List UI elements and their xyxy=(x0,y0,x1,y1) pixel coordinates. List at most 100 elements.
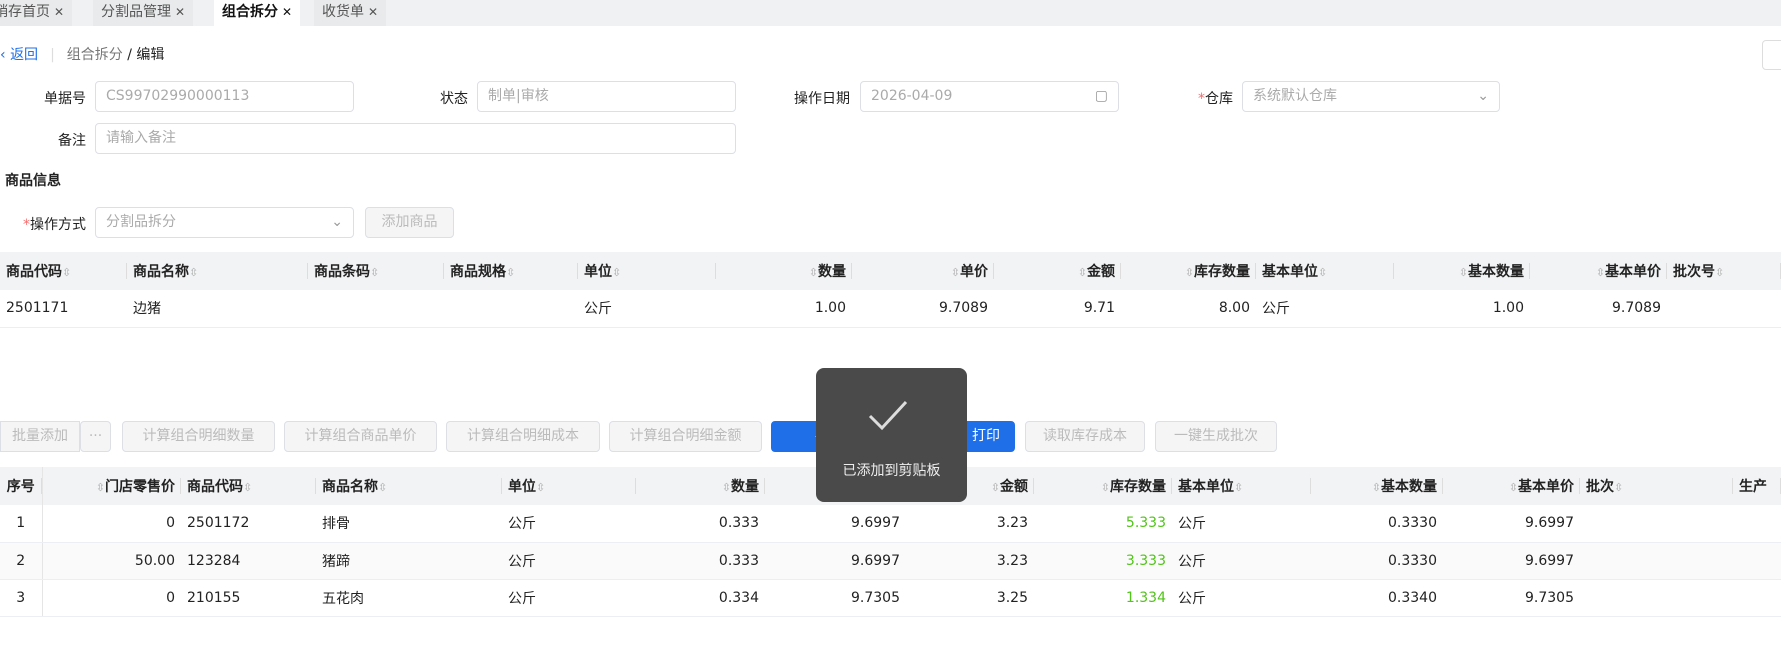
main-product-table: 商品代码⇳ 商品名称⇳ 商品条码⇳ 商品规格⇳ 单位⇳ ⇳数量 ⇳单价 ⇳金额 ⇳库存数量 基本单… xyxy=(0,252,1781,328)
table-cell: 9.6997 xyxy=(765,542,906,580)
table-cell: 公斤 xyxy=(502,505,636,543)
column-header[interactable]: 商品规格⇳ xyxy=(444,252,578,290)
doc-no-field[interactable]: CS99702990000113 xyxy=(95,81,354,112)
column-header[interactable]: 商品条码⇳ xyxy=(308,252,444,290)
operation-select[interactable]: 分割品拆分 ⌄ xyxy=(95,207,354,238)
sort-icon[interactable]: ⇳ xyxy=(1509,481,1518,494)
sort-icon[interactable]: ⇳ xyxy=(1715,266,1724,279)
operation-value: 分割品拆分 xyxy=(106,214,176,230)
tab-receipt[interactable]: 收货单 ✕ xyxy=(314,0,387,26)
calc-detail-qty-button[interactable]: 计算组合明细数量 xyxy=(122,421,275,452)
column-header[interactable]: 单位⇳ xyxy=(502,467,636,505)
column-label: 库存数量 xyxy=(1194,264,1250,280)
top-right-button[interactable] xyxy=(1762,40,1781,70)
column-header[interactable]: ⇳基本数量 xyxy=(1311,467,1443,505)
more-button[interactable]: ··· xyxy=(80,421,111,452)
column-header[interactable]: 单位⇳ xyxy=(578,252,716,290)
column-header[interactable]: ⇳数量 xyxy=(636,467,765,505)
sort-icon[interactable]: ⇳ xyxy=(722,481,731,494)
column-header[interactable]: 批次⇳ xyxy=(1580,467,1733,505)
date-field[interactable]: 2026-04-09 ▢ xyxy=(860,81,1119,112)
generate-batch-button[interactable]: 一键生成批次 xyxy=(1155,421,1277,452)
column-header[interactable]: 商品代码⇳ xyxy=(181,467,316,505)
sort-icon[interactable]: ⇳ xyxy=(1101,481,1110,494)
back-link[interactable]: ‹ 返回 xyxy=(0,47,38,63)
batch-add-button[interactable]: 批量添加 xyxy=(0,421,80,452)
sort-icon[interactable]: ⇳ xyxy=(506,266,515,279)
sort-icon[interactable]: ⇳ xyxy=(96,481,105,494)
sort-icon[interactable]: ⇳ xyxy=(1596,266,1605,279)
column-header[interactable]: 序号 xyxy=(0,467,43,505)
column-header[interactable]: 商品名称⇳ xyxy=(316,467,502,505)
calc-detail-cost-button[interactable]: 计算组合明细成本 xyxy=(446,421,600,452)
breadcrumb: ‹ 返回 | 组合拆分 / 编辑 xyxy=(0,44,164,64)
sort-icon[interactable]: ⇳ xyxy=(612,266,621,279)
column-header[interactable]: 批次号⇳ xyxy=(1667,252,1781,290)
column-header[interactable]: ⇳金额 xyxy=(994,252,1121,290)
sort-icon[interactable]: ⇳ xyxy=(809,266,818,279)
sort-icon[interactable]: ⇳ xyxy=(243,481,252,494)
sort-icon[interactable]: ⇳ xyxy=(378,481,387,494)
table-row[interactable]: 3 0 210155 五花肉 公斤 0.334 9.7305 3.25 1.334 公斤 0.334… xyxy=(0,579,1781,617)
table-cell: 0.3340 xyxy=(1311,579,1443,617)
tab-split-product[interactable]: 分割品管理 ✕ xyxy=(93,0,194,26)
sort-icon[interactable]: ⇳ xyxy=(189,266,198,279)
calendar-icon[interactable]: ▢ xyxy=(1095,82,1108,111)
table-row[interactable]: 2 50.00 123284 猪蹄 公斤 0.333 9.6997 3.23 3.333 公斤 0.… xyxy=(0,542,1781,580)
column-label: 商品代码 xyxy=(187,479,243,495)
column-header[interactable]: 商品代码⇳ xyxy=(0,252,127,290)
column-header[interactable]: ⇳门店零售价 xyxy=(42,467,181,505)
close-icon[interactable]: ✕ xyxy=(54,5,64,19)
table-cell: 2501172 xyxy=(181,505,316,543)
table-row[interactable]: 2501171 边猪 公斤 1.00 9.7089 9.71 8.00 公斤 1.00 9.708… xyxy=(0,290,1781,328)
column-header[interactable]: ⇳库存数量 xyxy=(1034,467,1172,505)
sort-icon[interactable]: ⇳ xyxy=(1185,266,1194,279)
breadcrumb-parent[interactable]: 组合拆分 xyxy=(67,47,123,63)
sort-icon[interactable]: ⇳ xyxy=(951,266,960,279)
column-header[interactable]: 生产 xyxy=(1733,467,1781,505)
column-label: 序号 xyxy=(6,479,35,495)
column-header[interactable]: ⇳数量 xyxy=(716,252,852,290)
close-icon[interactable]: ✕ xyxy=(368,5,378,19)
sort-icon[interactable]: ⇳ xyxy=(1078,266,1087,279)
table-cell: 公斤 xyxy=(1172,542,1311,580)
sort-icon[interactable]: ⇳ xyxy=(370,266,379,279)
required-mark: * xyxy=(1198,91,1205,107)
column-header[interactable]: 商品名称⇳ xyxy=(127,252,308,290)
add-product-button[interactable]: 添加商品 xyxy=(365,207,454,238)
date-value: 2026-04-09 xyxy=(871,88,953,104)
status-field[interactable]: 制单|审核 xyxy=(477,81,736,112)
close-icon[interactable]: ✕ xyxy=(175,5,185,19)
column-header[interactable]: ⇳基本单价 xyxy=(1530,252,1667,290)
chevron-down-icon: ⌄ xyxy=(331,214,343,230)
column-header[interactable]: ⇳库存数量 xyxy=(1121,252,1256,290)
column-header[interactable]: 基本单位⇳ xyxy=(1256,252,1394,290)
sort-icon[interactable]: ⇳ xyxy=(1459,266,1468,279)
sort-icon[interactable]: ⇳ xyxy=(1614,481,1623,494)
calc-unit-price-button[interactable]: 计算组合商品单价 xyxy=(284,421,437,452)
tab-label: 收货单 xyxy=(322,4,364,20)
sort-icon[interactable]: ⇳ xyxy=(1234,481,1243,494)
table-cell: 公斤 xyxy=(502,542,636,580)
sort-icon[interactable]: ⇳ xyxy=(1318,266,1327,279)
remark-input[interactable]: 请输入备注 xyxy=(95,123,736,154)
close-icon[interactable]: ✕ xyxy=(282,5,292,19)
table-cell: 1 xyxy=(0,505,43,543)
sort-icon[interactable]: ⇳ xyxy=(991,481,1000,494)
table-row[interactable]: 1 0 2501172 排骨 公斤 0.333 9.6997 3.23 5.333 公斤 0.333… xyxy=(0,505,1781,543)
tab-label: 销存首页 xyxy=(0,4,50,20)
tab-combo-split[interactable]: 组合拆分 ✕ xyxy=(214,0,301,26)
column-header[interactable]: ⇳单价 xyxy=(852,252,994,290)
tab-label: 组合拆分 xyxy=(222,4,278,20)
calc-detail-amount-button[interactable]: 计算组合明细金额 xyxy=(609,421,762,452)
table-cell: 0.333 xyxy=(636,505,765,543)
warehouse-select[interactable]: 系统默认仓库 ⌄ xyxy=(1242,81,1500,112)
sort-icon[interactable]: ⇳ xyxy=(62,266,71,279)
column-header[interactable]: ⇳基本单价 xyxy=(1443,467,1580,505)
tab-inventory-home[interactable]: 销存首页 ✕ xyxy=(0,0,73,26)
column-header[interactable]: ⇳基本数量 xyxy=(1394,252,1530,290)
sort-icon[interactable]: ⇳ xyxy=(536,481,545,494)
column-header[interactable]: 基本单位⇳ xyxy=(1172,467,1311,505)
sort-icon[interactable]: ⇳ xyxy=(1372,481,1381,494)
read-stock-cost-button[interactable]: 读取库存成本 xyxy=(1025,421,1145,452)
